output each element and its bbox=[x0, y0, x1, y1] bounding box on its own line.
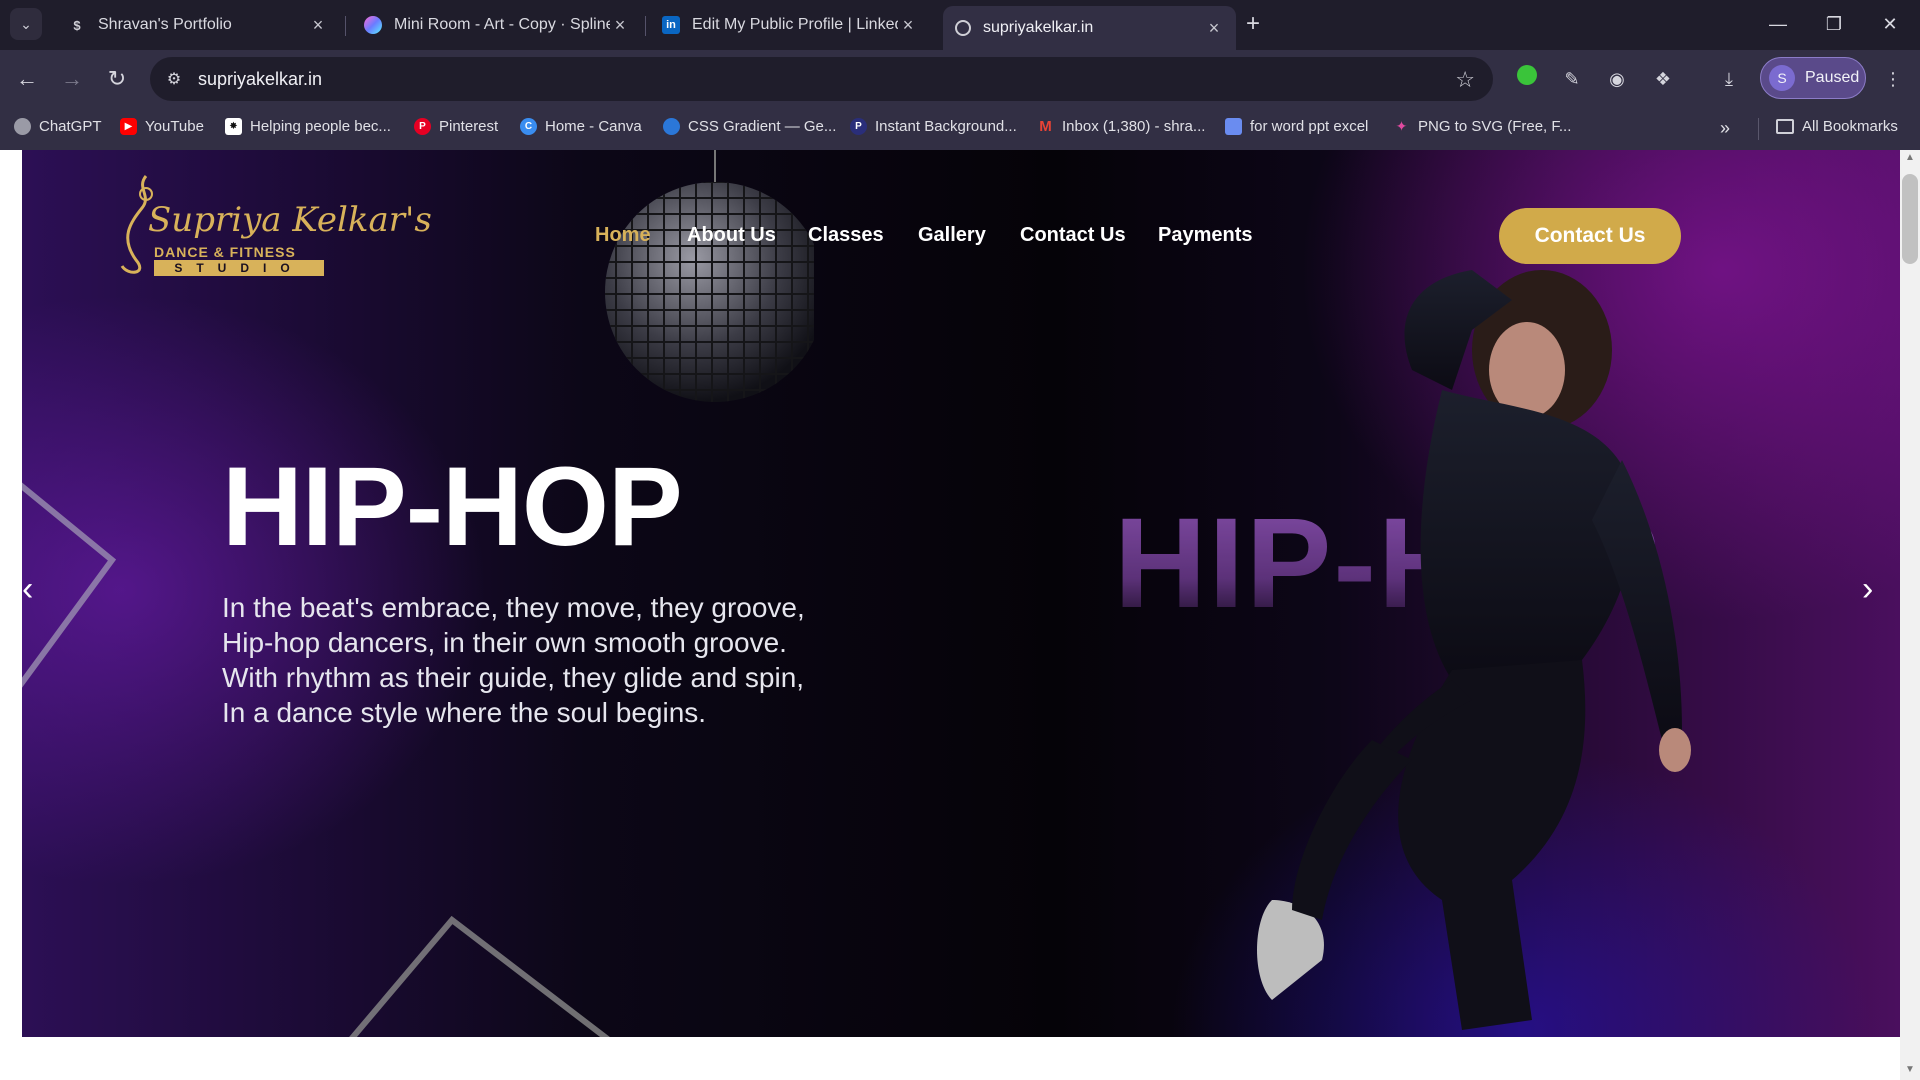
site-info-icon[interactable]: ⚙ bbox=[162, 69, 186, 89]
hip-hop-dancer-image bbox=[1257, 270, 1691, 1030]
bookmark-css-gradient[interactable]: CSS Gradient — Ge... bbox=[663, 118, 836, 135]
restore-button[interactable]: ❐ bbox=[1812, 8, 1856, 40]
page-scrollbar[interactable] bbox=[1900, 150, 1920, 1080]
close-window-button[interactable]: ✕ bbox=[1868, 8, 1912, 40]
globe-icon bbox=[955, 20, 971, 36]
browser-toolbar: ← → ↻ ⚙ supriyakelkar.in ☆ ✎ ◉ ❖ ⤓ S Pau… bbox=[0, 50, 1920, 108]
tab-separator bbox=[345, 16, 346, 36]
bookmark-star-icon[interactable]: ☆ bbox=[1455, 67, 1475, 93]
close-icon[interactable]: × bbox=[1204, 18, 1224, 39]
pinterest-icon: P bbox=[414, 118, 431, 135]
bookmark-pinterest[interactable]: P Pinterest bbox=[414, 118, 498, 135]
tab-separator bbox=[645, 16, 646, 36]
bookmark-gmail[interactable]: M Inbox (1,380) - shra... bbox=[1037, 118, 1205, 135]
nav-payments[interactable]: Payments bbox=[1158, 224, 1253, 247]
png-svg-icon: ✦ bbox=[1395, 118, 1408, 134]
bookmark-word-ppt-excel[interactable]: for word ppt excel bbox=[1225, 118, 1368, 135]
page-viewport: Supriya Kelkar's DANCE & FITNESS STUDIO … bbox=[0, 150, 1900, 1080]
poem-line: With rhythm as their guide, they glide a… bbox=[222, 662, 805, 693]
extension-circle-icon[interactable]: ◉ bbox=[1602, 64, 1632, 94]
logo-script-text: Supriya Kelkar's bbox=[148, 200, 432, 240]
spline-icon bbox=[364, 16, 382, 34]
folder-icon bbox=[1776, 119, 1794, 134]
canva-icon: C bbox=[520, 118, 537, 135]
bookmark-chatgpt[interactable]: ChatGPT bbox=[14, 118, 102, 135]
hero-title: HIP-HOP bbox=[222, 444, 683, 569]
chevron-down-icon: ⌄ bbox=[20, 15, 32, 32]
bookmark-png-to-svg[interactable]: ✦ PNG to SVG (Free, F... bbox=[1393, 118, 1572, 135]
logo-studio: STUDIO bbox=[154, 260, 324, 276]
youtube-icon: ▶ bbox=[120, 118, 137, 135]
avatar: S bbox=[1769, 65, 1795, 91]
close-icon[interactable]: × bbox=[308, 15, 328, 36]
menu-kebab-icon[interactable]: ⋮ bbox=[1878, 64, 1908, 94]
close-icon[interactable]: × bbox=[898, 15, 918, 36]
address-bar[interactable]: ⚙ supriyakelkar.in ☆ bbox=[150, 57, 1493, 101]
css-gradient-icon bbox=[663, 118, 680, 135]
tab-supriyakelkar[interactable]: supriyakelkar.in × bbox=[943, 6, 1236, 50]
bookmark-instant-background[interactable]: P Instant Background... bbox=[850, 118, 1017, 135]
hero-poem: In the beat's embrace, they move, they g… bbox=[222, 590, 805, 730]
linkedin-icon: in bbox=[662, 16, 680, 34]
profile-status: Paused bbox=[1805, 69, 1860, 86]
tab-linkedin[interactable]: in Edit My Public Profile | LinkedIn × bbox=[650, 6, 930, 44]
bookmark-youtube[interactable]: ▶ YouTube bbox=[120, 118, 204, 135]
download-icon[interactable]: ⤓ bbox=[1714, 64, 1744, 94]
disco-ball-image bbox=[605, 150, 814, 402]
hero-banner: Supriya Kelkar's DANCE & FITNESS STUDIO … bbox=[22, 150, 1900, 1037]
poem-line: In a dance style where the soul begins. bbox=[222, 697, 707, 728]
tab-search-button[interactable]: ⌄ bbox=[10, 8, 42, 40]
remove-bg-icon: P bbox=[850, 118, 867, 135]
bookmark-app-icon bbox=[1225, 118, 1242, 135]
profile-button[interactable]: S Paused bbox=[1760, 57, 1866, 99]
poem-line: In the beat's embrace, they move, they g… bbox=[222, 592, 805, 623]
logo-tagline: DANCE & FITNESS bbox=[154, 244, 296, 260]
nav-contact-us[interactable]: Contact Us bbox=[1020, 224, 1126, 247]
contact-us-button[interactable]: Contact Us bbox=[1499, 208, 1681, 264]
back-button[interactable]: ← bbox=[12, 64, 42, 94]
minimize-button[interactable]: — bbox=[1756, 8, 1800, 40]
close-icon[interactable]: × bbox=[610, 15, 630, 36]
decorative-triangle bbox=[349, 915, 610, 1037]
nav-about-us[interactable]: About Us bbox=[687, 224, 776, 247]
all-bookmarks-button[interactable]: All Bookmarks bbox=[1776, 118, 1898, 135]
carousel-prev-arrow-icon[interactable]: ‹ bbox=[22, 570, 33, 609]
reload-button[interactable]: ↻ bbox=[102, 64, 132, 94]
new-tab-button[interactable]: + bbox=[1246, 10, 1260, 38]
more-bookmarks-icon[interactable]: » bbox=[1720, 118, 1730, 139]
dollar-icon: $ bbox=[73, 17, 81, 33]
url-text: supriyakelkar.in bbox=[198, 68, 323, 89]
gmail-icon: M bbox=[1039, 118, 1052, 135]
scroll-down-arrow-icon[interactable]: ▼ bbox=[1904, 1064, 1916, 1075]
nav-classes[interactable]: Classes bbox=[808, 224, 884, 247]
tab-spline[interactable]: Mini Room - Art - Copy · Spline × bbox=[352, 6, 642, 44]
nav-home[interactable]: Home bbox=[595, 224, 651, 247]
scroll-up-arrow-icon[interactable]: ▲ bbox=[1904, 152, 1916, 163]
studio-logo[interactable]: Supriya Kelkar's DANCE & FITNESS STUDIO bbox=[108, 168, 432, 278]
chatgpt-icon bbox=[14, 118, 31, 135]
decorative-triangle bbox=[22, 482, 117, 688]
carousel-next-arrow-icon[interactable]: › bbox=[1862, 570, 1873, 609]
extension-green-icon[interactable] bbox=[1512, 64, 1542, 94]
extensions-puzzle-icon[interactable]: ❖ bbox=[1648, 64, 1678, 94]
bookmark-divider bbox=[1758, 118, 1759, 140]
bookmark-helping-people[interactable]: ✸ Helping people bec... bbox=[225, 118, 391, 135]
eyedropper-icon[interactable]: ✎ bbox=[1557, 64, 1587, 94]
bookmarks-bar: ChatGPT ▶ YouTube ✸ Helping people bec..… bbox=[0, 108, 1920, 150]
tab-portfolio[interactable]: $ Shravan's Portfolio × bbox=[56, 6, 340, 44]
bookmark-canva[interactable]: C Home - Canva bbox=[520, 118, 642, 135]
openai-icon: ✸ bbox=[225, 118, 242, 135]
forward-button[interactable]: → bbox=[57, 64, 87, 94]
poem-line: Hip-hop dancers, in their own smooth gro… bbox=[222, 627, 787, 658]
tab-strip: ⌄ $ Shravan's Portfolio × Mini Room - Ar… bbox=[0, 0, 1920, 50]
nav-gallery[interactable]: Gallery bbox=[918, 224, 986, 247]
scrollbar-thumb[interactable] bbox=[1902, 174, 1918, 264]
